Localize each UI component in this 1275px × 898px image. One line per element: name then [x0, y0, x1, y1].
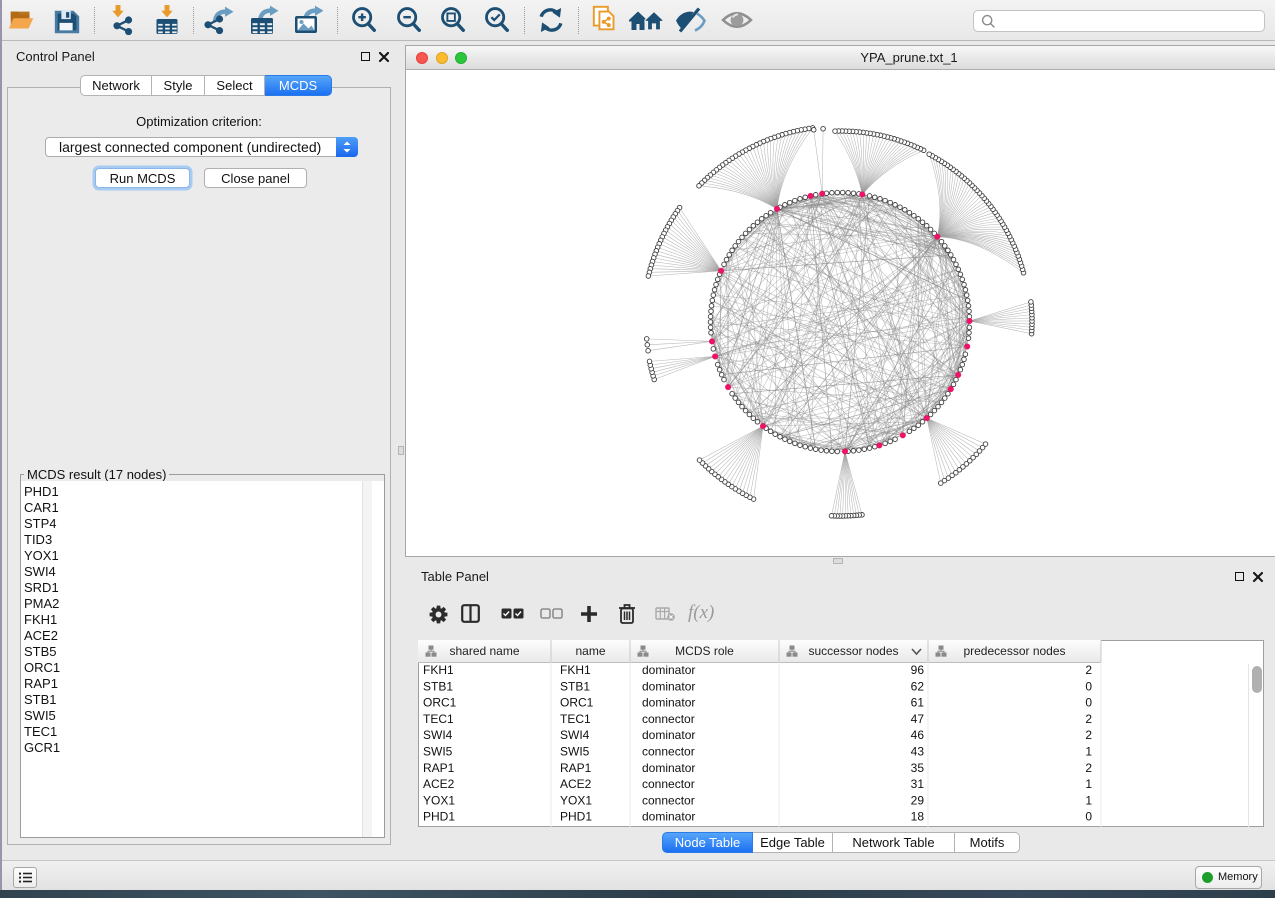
svg-text:dominator: dominator: [642, 663, 695, 677]
svg-text:2: 2: [1085, 761, 1092, 775]
svg-text:1: 1: [1085, 777, 1092, 791]
svg-text:43: 43: [911, 745, 925, 759]
svg-text:46: 46: [911, 728, 925, 742]
svg-text:successor nodes: successor nodes: [808, 644, 898, 658]
svg-text:1: 1: [1085, 745, 1092, 759]
svg-text:PHD1: PHD1: [423, 810, 455, 824]
svg-text:0: 0: [1085, 810, 1092, 824]
svg-text:1: 1: [1085, 793, 1092, 807]
svg-text:connector: connector: [642, 745, 695, 759]
svg-text:2: 2: [1085, 728, 1092, 742]
svg-text:dominator: dominator: [642, 696, 695, 710]
svg-text:61: 61: [911, 696, 925, 710]
svg-text:MCDS role: MCDS role: [675, 644, 734, 658]
svg-text:ACE2: ACE2: [560, 777, 592, 791]
svg-text:0: 0: [1085, 696, 1092, 710]
svg-text:18: 18: [911, 810, 925, 824]
svg-text:31: 31: [911, 777, 925, 791]
svg-text:RAP1: RAP1: [560, 761, 592, 775]
svg-text:YOX1: YOX1: [560, 793, 592, 807]
svg-text:TEC1: TEC1: [560, 712, 591, 726]
svg-text:STB1: STB1: [423, 679, 453, 693]
svg-text:dominator: dominator: [642, 761, 695, 775]
svg-text:62: 62: [911, 679, 925, 693]
svg-text:connector: connector: [642, 712, 695, 726]
svg-text:connector: connector: [642, 793, 695, 807]
svg-text:29: 29: [911, 793, 925, 807]
svg-text:SWI5: SWI5: [423, 745, 453, 759]
svg-text:2: 2: [1085, 663, 1092, 677]
svg-text:dominator: dominator: [642, 810, 695, 824]
svg-text:FKH1: FKH1: [423, 663, 454, 677]
svg-text:shared name: shared name: [449, 644, 519, 658]
svg-text:96: 96: [911, 663, 925, 677]
svg-text:YOX1: YOX1: [423, 793, 455, 807]
svg-text:connector: connector: [642, 777, 695, 791]
svg-text:ORC1: ORC1: [423, 696, 457, 710]
svg-text:SWI4: SWI4: [560, 728, 590, 742]
svg-text:FKH1: FKH1: [560, 663, 591, 677]
svg-text:PHD1: PHD1: [560, 810, 592, 824]
svg-text:2: 2: [1085, 712, 1092, 726]
svg-text:STB1: STB1: [560, 679, 590, 693]
svg-text:0: 0: [1085, 679, 1092, 693]
svg-text:dominator: dominator: [642, 679, 695, 693]
svg-text:SWI4: SWI4: [423, 728, 453, 742]
svg-text:ORC1: ORC1: [560, 696, 594, 710]
svg-text:RAP1: RAP1: [423, 761, 455, 775]
svg-text:SWI5: SWI5: [560, 745, 590, 759]
svg-text:35: 35: [911, 761, 925, 775]
svg-text:47: 47: [911, 712, 925, 726]
svg-text:ACE2: ACE2: [423, 777, 455, 791]
svg-text:dominator: dominator: [642, 728, 695, 742]
svg-text:TEC1: TEC1: [423, 712, 454, 726]
svg-text:name: name: [575, 644, 605, 658]
svg-text:predecessor nodes: predecessor nodes: [963, 644, 1065, 658]
